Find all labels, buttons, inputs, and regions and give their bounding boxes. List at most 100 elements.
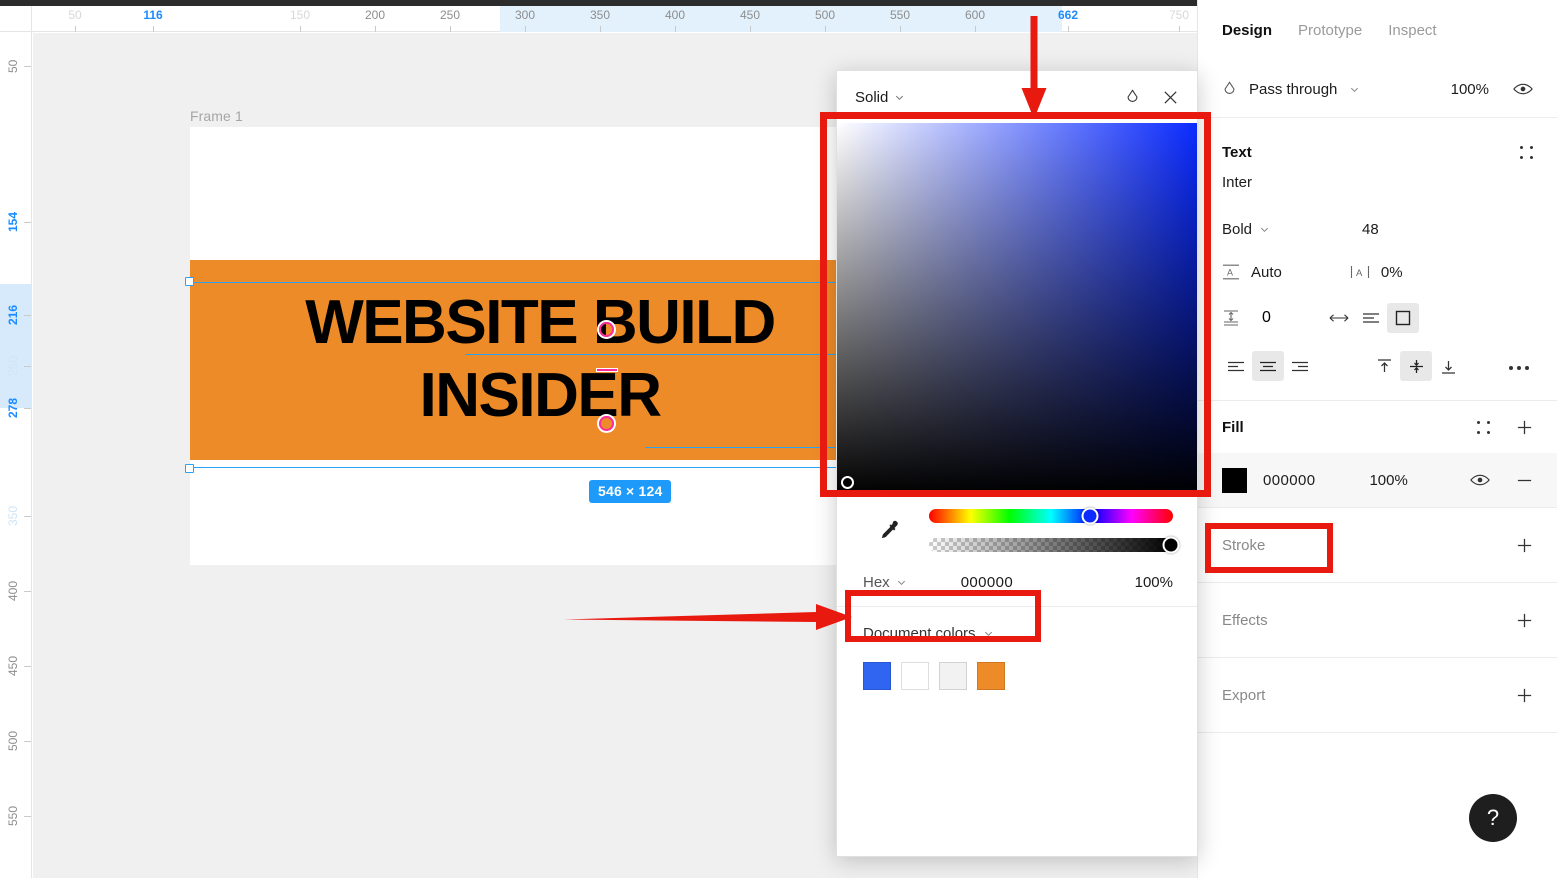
figma-window: 50 116 150 200 250 300 350 400 450 500 550 600 662 75… (0, 0, 1557, 878)
ruler-v-tick-mark (24, 591, 31, 592)
text-metrics-row: A Auto A 0% (1198, 250, 1557, 294)
frame-1[interactable]: WEBSITE BUILD INSIDER (190, 127, 890, 565)
ruler-v-tick-mark (24, 666, 31, 667)
close-icon[interactable] (1162, 89, 1179, 106)
font-family-input[interactable]: Inter (1198, 174, 1557, 208)
orange-banner-rect[interactable]: WEBSITE BUILD INSIDER (190, 260, 890, 460)
sv-selector-dot[interactable] (841, 476, 854, 489)
chevron-down-icon (1349, 84, 1360, 95)
chevron-down-icon (1259, 224, 1270, 235)
add-icon[interactable] (1516, 537, 1533, 554)
panel-tabs: Design Prototype Inspect (1198, 0, 1557, 39)
headline-text-node[interactable]: WEBSITE BUILD INSIDER (190, 260, 890, 460)
add-icon[interactable] (1516, 612, 1533, 629)
picker-opacity-input[interactable]: 100% (1135, 574, 1173, 591)
frame-label[interactable]: Frame 1 (190, 108, 243, 124)
line-height-field[interactable]: A Auto (1222, 263, 1282, 281)
eyedropper-icon[interactable] (875, 518, 929, 544)
ruler-h-tick: 150 (270, 6, 330, 32)
paragraph-spacing-value: 0 (1262, 309, 1271, 326)
color-format-dropdown[interactable]: Hex (863, 574, 907, 591)
add-icon[interactable] (1516, 419, 1533, 436)
horizontal-ruler[interactable]: 50 116 150 200 250 300 350 400 450 500 550 600 662 75… (0, 6, 1197, 32)
remove-icon[interactable] (1516, 472, 1533, 489)
color-sliders (837, 495, 1197, 558)
ruler-h-tick: 350 (570, 6, 630, 32)
ruler-v-tick-mark (24, 366, 31, 367)
stroke-section-header: Stroke (1198, 508, 1557, 582)
tab-prototype[interactable]: Prototype (1298, 22, 1362, 39)
blend-mode-icon[interactable] (1125, 89, 1140, 105)
fixed-size-icon[interactable] (1386, 303, 1419, 333)
align-bottom-icon[interactable] (1432, 351, 1464, 381)
document-colors-toggle[interactable]: Document colors (863, 625, 1173, 642)
ruler-h-tick: 500 (795, 6, 855, 32)
effects-section-header: Effects (1198, 583, 1557, 657)
fill-color-swatch[interactable] (1222, 467, 1247, 493)
text-section-title: Text (1222, 143, 1252, 161)
align-left-icon[interactable] (1220, 351, 1252, 381)
hue-slider[interactable] (929, 507, 1173, 525)
align-center-icon[interactable] (1252, 351, 1284, 381)
more-options-icon[interactable] (1509, 357, 1529, 375)
hex-input-row[interactable]: Hex 000000 100% (837, 558, 1197, 606)
document-color-swatch[interactable] (863, 662, 891, 690)
font-size-input[interactable]: 48 (1362, 221, 1379, 238)
ruler-h-tick: 550 (870, 6, 930, 32)
blend-mode-dropdown[interactable]: Pass through (1222, 81, 1360, 98)
font-style-row: Bold 48 (1198, 208, 1557, 250)
alignment-row (1198, 342, 1557, 390)
color-picker-popup[interactable]: Solid Hex 000000 100% Document colors (836, 70, 1198, 857)
letter-spacing-field[interactable]: A 0% (1350, 263, 1403, 281)
text-section-header: Text (1198, 130, 1557, 174)
headline-line-2: INSIDER (419, 361, 662, 430)
auto-height-icon[interactable] (1355, 303, 1387, 333)
eye-icon[interactable] (1513, 82, 1533, 96)
saturation-value-area[interactable] (837, 123, 1197, 495)
right-properties-panel: Design Prototype Inspect Pass through 10… (1197, 0, 1557, 878)
size-badge: 546 × 124 (589, 480, 672, 503)
layer-opacity-input[interactable]: 100% (1451, 81, 1489, 98)
document-color-swatch[interactable] (901, 662, 929, 690)
hex-value-input[interactable]: 000000 (961, 574, 1013, 591)
ruler-v-tick-mark (24, 816, 31, 817)
alpha-slider[interactable] (929, 536, 1180, 554)
paint-type-dropdown[interactable]: Solid (855, 89, 905, 106)
alpha-slider-knob[interactable] (1162, 536, 1180, 554)
add-icon[interactable] (1516, 687, 1533, 704)
fill-styles-icon[interactable] (1477, 420, 1490, 434)
fill-opacity-input[interactable]: 100% (1369, 472, 1407, 489)
text-settings-icon[interactable] (1520, 145, 1533, 159)
ruler-h-tick: 600 (945, 6, 1005, 32)
ruler-v-tick-mark (24, 66, 31, 67)
auto-width-icon[interactable] (1323, 303, 1355, 333)
fill-color-row[interactable]: 000000 100% (1198, 453, 1557, 507)
align-top-icon[interactable] (1368, 351, 1400, 381)
document-color-swatch[interactable] (977, 662, 1005, 690)
paint-type-label: Solid (855, 88, 889, 106)
export-section-header: Export (1198, 658, 1557, 732)
align-middle-icon[interactable] (1400, 351, 1432, 381)
tab-inspect[interactable]: Inspect (1388, 22, 1436, 39)
divider (1198, 117, 1557, 118)
align-right-icon[interactable] (1284, 351, 1316, 381)
help-button[interactable]: ? (1469, 794, 1517, 842)
headline-line-1: WEBSITE BUILD (305, 288, 776, 358)
document-color-swatch[interactable] (939, 662, 967, 690)
svg-text:A: A (1227, 268, 1233, 278)
tab-design[interactable]: Design (1222, 22, 1272, 39)
fill-section-header: Fill (1198, 401, 1557, 453)
effects-section-title: Effects (1222, 611, 1268, 629)
blend-mode-icon (1222, 81, 1237, 97)
vertical-ruler[interactable]: 50 154 216 250 278 350 400 450 500 550 (0, 32, 32, 878)
font-weight-dropdown[interactable]: Bold (1222, 221, 1270, 238)
eye-icon[interactable] (1470, 473, 1490, 487)
fill-hex-input[interactable]: 000000 (1263, 472, 1315, 489)
chevron-down-icon (983, 628, 994, 639)
hue-slider-knob[interactable] (1081, 507, 1099, 525)
document-colors-label: Document colors (863, 625, 976, 642)
paragraph-spacing-field[interactable]: 0 (1222, 309, 1271, 327)
ruler-v-tick-mark (24, 222, 31, 223)
stroke-section-title: Stroke (1222, 536, 1266, 554)
letter-spacing-value: 0% (1380, 263, 1403, 281)
